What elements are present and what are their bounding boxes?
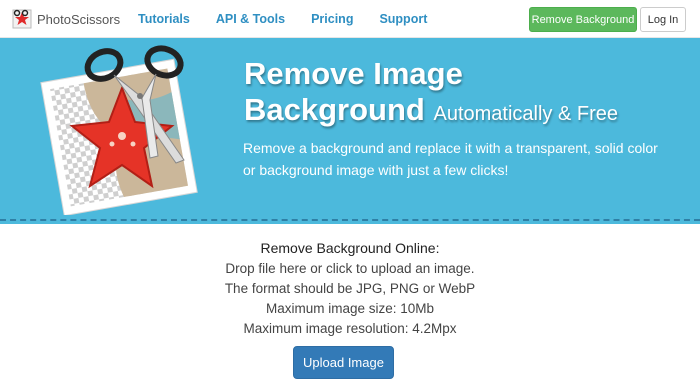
upload-image-button[interactable]: Upload Image	[293, 346, 394, 379]
nav-link-pricing[interactable]: Pricing	[311, 12, 353, 26]
brand[interactable]: PhotoScissors	[12, 8, 120, 30]
login-button[interactable]: Log In	[640, 7, 686, 32]
hero-title-line2: Background	[244, 92, 425, 127]
nav-link-tutorials[interactable]: Tutorials	[138, 12, 190, 26]
upload-format-note: The format should be JPG, PNG or WebP	[224, 281, 476, 296]
nav-link-api-tools[interactable]: API & Tools	[216, 12, 285, 26]
hero-title: Remove Image Background Automatically & …	[244, 56, 684, 132]
upload-max-resolution: Maximum image resolution: 4.2Mpx	[243, 321, 457, 336]
hero-description: Remove a background and replace it with …	[243, 140, 658, 178]
hero-title-subtitle: Automatically & Free	[433, 103, 618, 125]
hero-dashed-divider	[0, 219, 700, 221]
nav-links: Tutorials API & Tools Pricing Support	[138, 0, 427, 38]
upload-drop-zone[interactable]: Remove Background Online: Drop file here…	[0, 224, 700, 388]
upload-instruction: Drop file here or click to upload an ima…	[225, 261, 475, 276]
upload-heading: Remove Background Online:	[260, 240, 440, 256]
brand-name: PhotoScissors	[37, 11, 121, 27]
hero-title-line1: Remove Image	[244, 56, 463, 91]
hero-starfish-scissors-image	[40, 45, 198, 215]
remove-background-button[interactable]: Remove Background	[529, 7, 637, 32]
nav-link-support[interactable]: Support	[379, 12, 427, 26]
upload-max-size: Maximum image size: 10Mb	[265, 301, 435, 316]
photoscissors-logo-icon	[12, 9, 32, 29]
navbar: PhotoScissors Tutorials API & Tools Pric…	[0, 0, 700, 38]
